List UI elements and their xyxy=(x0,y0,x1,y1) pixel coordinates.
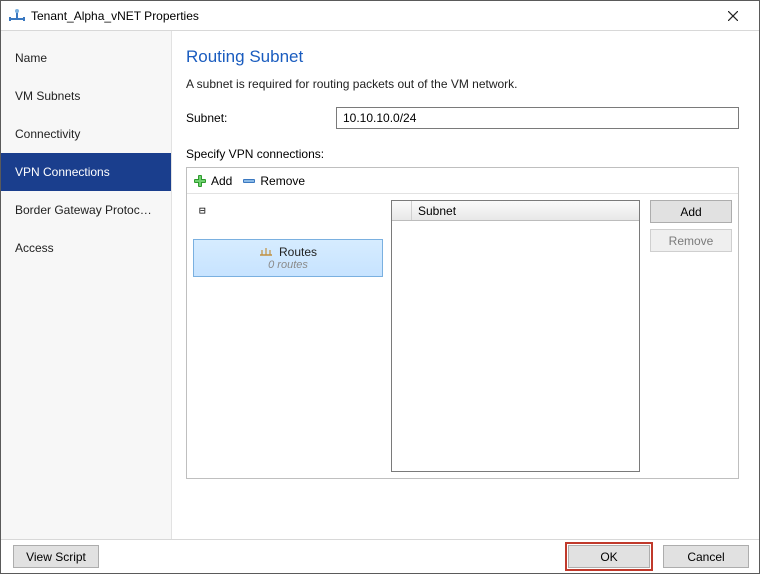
sidebar-item-vpn-connections[interactable]: VPN Connections xyxy=(1,153,171,191)
vpn-toolbar: Add Remove xyxy=(187,168,738,194)
tree-routes-label-row: Routes xyxy=(259,245,317,259)
toolbar-remove-button[interactable]: Remove xyxy=(242,174,305,188)
routes-grid-body[interactable] xyxy=(392,221,639,471)
sidebar-item-bgp[interactable]: Border Gateway Protocol... xyxy=(1,191,171,229)
subnet-field-row: Subnet: xyxy=(186,107,739,129)
ok-highlight: OK xyxy=(565,542,653,571)
close-button[interactable] xyxy=(713,2,753,30)
grid-header-spacer xyxy=(392,201,412,220)
sidebar-item-access[interactable]: Access xyxy=(1,229,171,267)
grid-add-button[interactable]: Add xyxy=(650,200,732,223)
title-bar: Tenant_Alpha_vNET Properties xyxy=(1,1,759,31)
toolbar-add-label: Add xyxy=(211,174,232,188)
subnet-label: Subnet: xyxy=(186,111,336,125)
sidebar-item-vm-subnets[interactable]: VM Subnets xyxy=(1,77,171,115)
sidebar-item-name[interactable]: Name xyxy=(1,39,171,77)
sidebar-item-connectivity[interactable]: Connectivity xyxy=(1,115,171,153)
footer: View Script OK Cancel xyxy=(1,539,759,573)
ok-button[interactable]: OK xyxy=(568,545,650,568)
vpn-tree: ⊟ Routes xyxy=(193,200,383,472)
app-icon xyxy=(9,8,25,24)
tree-routes-count: 0 routes xyxy=(268,259,308,271)
section-hint: A subnet is required for routing packets… xyxy=(186,77,739,91)
grid-remove-button[interactable]: Remove xyxy=(650,229,732,252)
routes-icon xyxy=(259,247,273,257)
routes-grid-area: Subnet Add Remove xyxy=(391,200,732,472)
routes-grid-buttons: Add Remove xyxy=(650,200,732,472)
subnet-input[interactable] xyxy=(336,107,739,129)
tree-toggle[interactable]: ⊟ xyxy=(193,200,383,221)
routes-grid[interactable]: Subnet xyxy=(391,200,640,472)
grid-column-subnet[interactable]: Subnet xyxy=(412,204,639,218)
sidebar: Name VM Subnets Connectivity VPN Connect… xyxy=(1,31,172,539)
content-pane: Routing Subnet A subnet is required for … xyxy=(172,31,759,539)
tree-routes-node[interactable]: Routes 0 routes xyxy=(193,239,383,277)
toolbar-remove-label: Remove xyxy=(260,174,305,188)
window-title: Tenant_Alpha_vNET Properties xyxy=(31,9,713,23)
toolbar-add-button[interactable]: Add xyxy=(193,174,232,188)
cancel-button[interactable]: Cancel xyxy=(663,545,749,568)
vpn-connections-box: Add Remove ⊟ xyxy=(186,167,739,479)
vpn-body: ⊟ Routes xyxy=(187,194,738,478)
main-area: Name VM Subnets Connectivity VPN Connect… xyxy=(1,31,759,539)
specify-vpn-label: Specify VPN connections: xyxy=(186,147,739,161)
section-title: Routing Subnet xyxy=(186,47,739,67)
tree-routes-label: Routes xyxy=(279,245,317,259)
routes-grid-header: Subnet xyxy=(392,201,639,221)
remove-icon xyxy=(242,174,256,188)
view-script-button[interactable]: View Script xyxy=(13,545,99,568)
add-icon xyxy=(193,174,207,188)
